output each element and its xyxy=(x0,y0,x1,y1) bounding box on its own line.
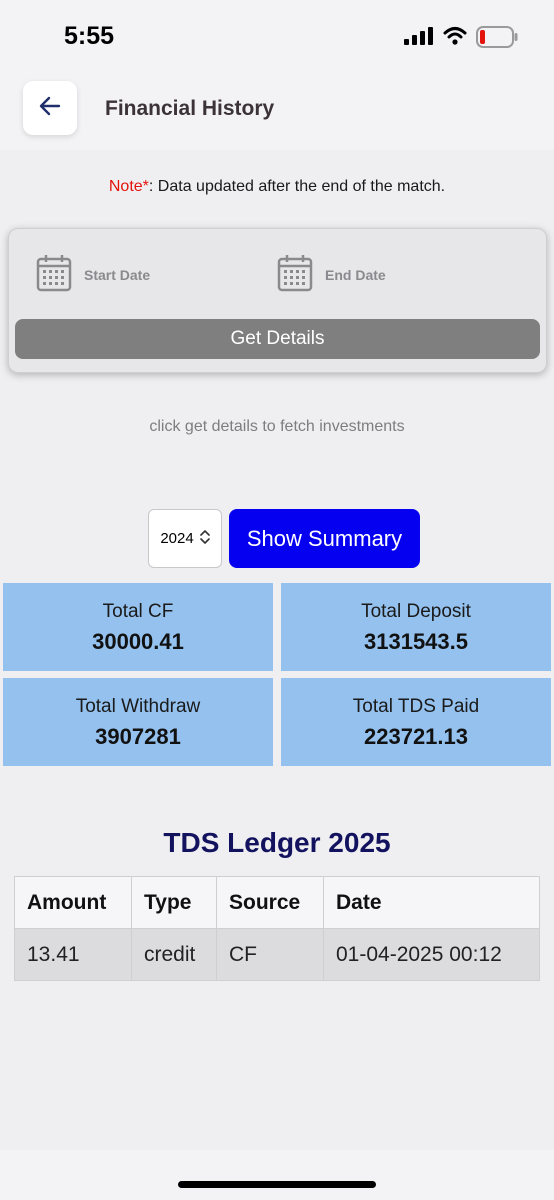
calendar-icon xyxy=(277,254,313,297)
page-title: Financial History xyxy=(105,97,275,120)
note-text: : Data updated after the end of the matc… xyxy=(148,178,446,195)
status-bar: 5:55 xyxy=(0,0,554,74)
table-row: 13.41 credit CF 01-04-2025 00:12 xyxy=(14,928,540,981)
year-select[interactable]: 2024 xyxy=(148,509,222,568)
start-date-placeholder: Start Date xyxy=(84,267,151,283)
stat-total-deposit: Total Deposit 3131543.5 xyxy=(281,583,551,671)
chevron-updown-icon xyxy=(199,530,210,547)
calendar-icon xyxy=(36,254,72,297)
signal-icon xyxy=(404,27,434,50)
back-button[interactable] xyxy=(23,81,77,135)
show-summary-button[interactable]: Show Summary xyxy=(229,509,420,568)
end-date-field[interactable]: End Date xyxy=(277,254,386,297)
arrow-left-icon xyxy=(39,96,61,121)
stat-value: 30000.41 xyxy=(92,629,184,654)
date-filter-card: Start Date End Date Get Details xyxy=(8,228,547,373)
home-indicator-area xyxy=(0,1150,554,1200)
cell-amount: 13.41 xyxy=(14,928,132,981)
table-header-row: Amount Type Source Date xyxy=(14,876,540,929)
app-header: Financial History xyxy=(0,74,554,150)
wifi-icon xyxy=(443,26,467,51)
home-indicator[interactable] xyxy=(178,1181,376,1188)
stat-total-tds-paid: Total TDS Paid 223721.13 xyxy=(281,678,551,766)
battery-low-icon xyxy=(476,25,518,54)
stat-value: 3131543.5 xyxy=(364,629,468,654)
stat-label: Total TDS Paid xyxy=(352,696,480,717)
update-note: Note*: Data updated after the end of the… xyxy=(0,178,554,196)
stat-value: 223721.13 xyxy=(364,724,468,749)
status-time: 5:55 xyxy=(64,22,115,50)
ledger-title: TDS Ledger 2025 xyxy=(163,827,391,858)
note-label: Note* xyxy=(108,178,149,195)
stat-label: Total Withdraw xyxy=(75,696,201,717)
stat-label: Total CF xyxy=(102,601,174,622)
column-header-source: Source xyxy=(216,876,324,929)
end-date-placeholder: End Date xyxy=(325,267,386,283)
column-header-type: Type xyxy=(131,876,217,929)
stat-total-withdraw: Total Withdraw 3907281 xyxy=(3,678,273,766)
tds-ledger-table: Amount Type Source Date 13.41 credit CF … xyxy=(14,876,540,981)
column-header-date: Date xyxy=(323,876,540,929)
cell-type: credit xyxy=(131,928,217,981)
stat-label: Total Deposit xyxy=(361,601,471,622)
cell-date: 01-04-2025 00:12 xyxy=(323,928,540,981)
start-date-field[interactable]: Start Date xyxy=(36,254,151,297)
cell-source: CF xyxy=(216,928,324,981)
stat-total-cf: Total CF 30000.41 xyxy=(3,583,273,671)
stat-value: 3907281 xyxy=(95,724,181,749)
get-details-button[interactable]: Get Details xyxy=(15,319,540,359)
column-header-amount: Amount xyxy=(14,876,132,929)
fetch-hint: click get details to fetch investments xyxy=(149,418,405,435)
year-select-value: 2024 xyxy=(160,530,194,547)
